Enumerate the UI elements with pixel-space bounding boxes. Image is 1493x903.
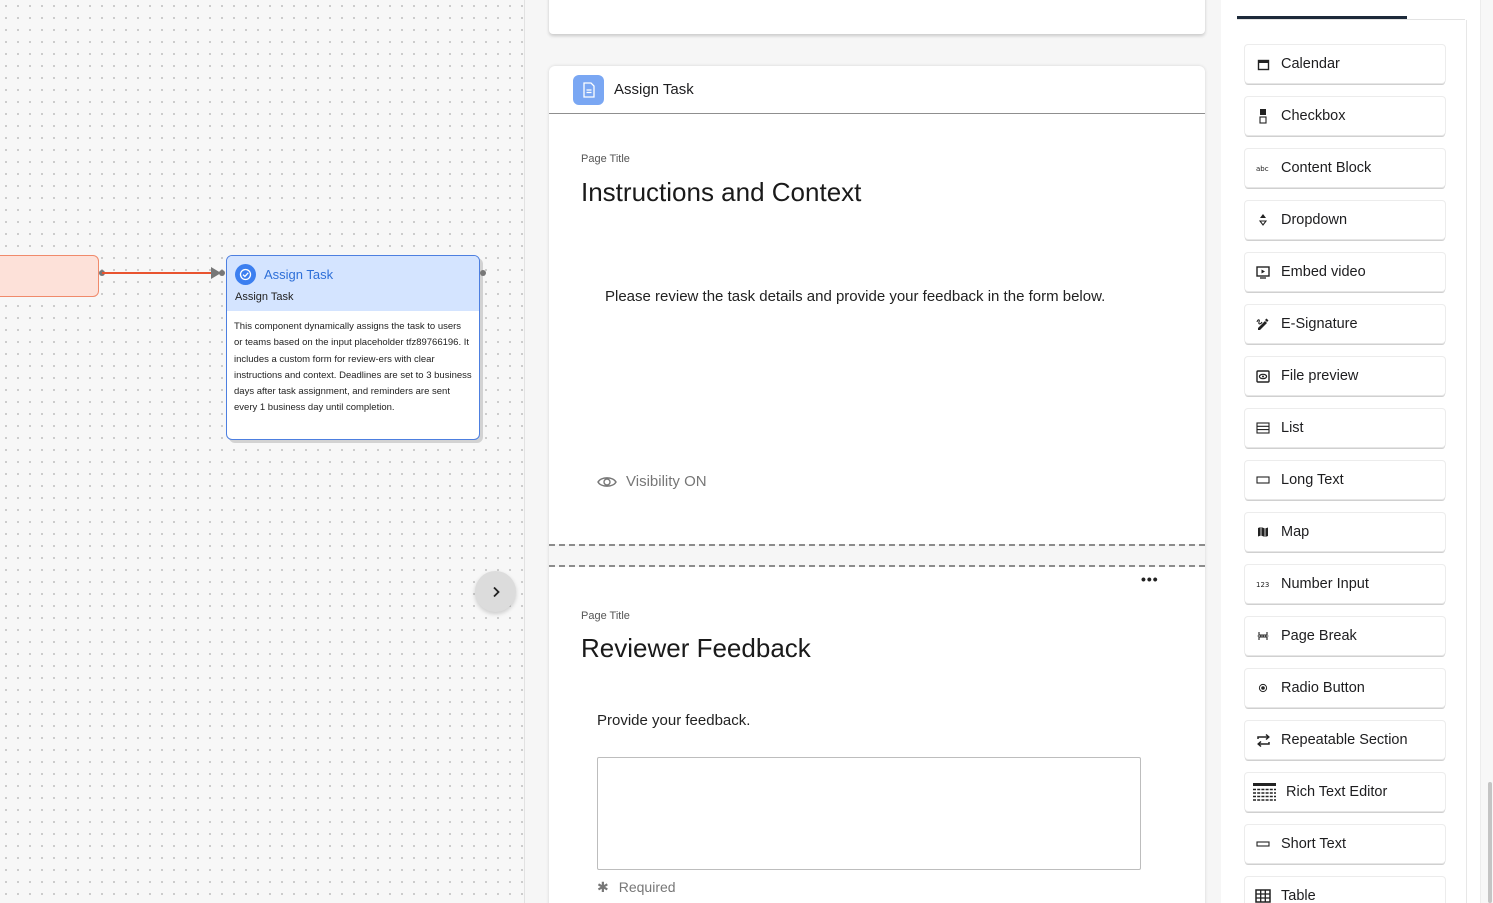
node-title: Assign Task [264,267,334,282]
radio-button-icon [1255,680,1271,696]
task-check-icon [235,264,256,285]
page-title[interactable]: Reviewer Feedback [581,633,811,664]
palette-item-dropdown[interactable]: Dropdown [1245,201,1445,239]
page-title-label: Page Title [581,610,630,622]
palette-item-calendar[interactable]: Calendar [1245,45,1445,83]
embed-video-icon [1255,264,1271,280]
node-subtitle: Assign Task [235,291,294,303]
repeat-icon [1255,732,1271,748]
visibility-toggle[interactable]: Visibility ON [597,473,707,490]
palette-item-content-block[interactable]: abc Content Block [1245,149,1445,187]
palette-item-page-break[interactable]: Page Break [1245,617,1445,655]
palette-item-embed-video[interactable]: Embed video [1245,253,1445,291]
required-label: Required [618,879,676,895]
palette-item-long-text[interactable]: Long Text [1245,461,1445,499]
form-card-header: Assign Task [549,66,1205,114]
form-card-title: Assign Task [614,81,694,98]
required-asterisk-icon: ✱ [597,879,609,895]
long-text-icon [1255,472,1271,488]
signature-icon [1255,316,1271,332]
assign-task-node[interactable]: Assign Task Assign Task This component d… [226,255,480,440]
palette-item-file-preview[interactable]: File preview [1245,357,1445,395]
workflow-canvas[interactable]: Assign Task Assign Task This component d… [0,0,525,903]
palette-item-repeatable-section[interactable]: Repeatable Section [1245,721,1445,759]
number-input-icon: 123 [1255,576,1271,592]
connection-edge[interactable] [102,272,212,274]
dropdown-icon [1255,212,1271,228]
eye-icon [597,476,617,487]
collapse-panel-button[interactable] [475,571,516,612]
table-icon [1255,888,1271,903]
question-label[interactable]: Provide your feedback. [597,712,750,729]
palette-item-short-text[interactable]: Short Text [1245,825,1445,863]
palette-scrollbar[interactable] [1481,0,1493,903]
palette-item-radio-button[interactable]: Radio Button [1245,669,1445,707]
palette-item-checkbox[interactable]: Checkbox [1245,97,1445,135]
palette-divider [1466,20,1467,903]
chevron-right-icon [492,586,500,597]
rich-text-icon [1253,782,1276,802]
checkbox-icon [1255,108,1271,124]
node-header: Assign Task Assign Task [227,256,479,311]
node-output-handle[interactable] [480,270,486,276]
svg-text:abc: abc [1256,165,1269,172]
form-editor: Assign Task Page Title Instructions and … [525,0,1221,903]
palette-item-list[interactable]: List [1245,409,1445,447]
component-palette: Calendar Checkbox abc Content Block Drop… [1221,0,1481,903]
node-description: This component dynamically assigns the t… [234,321,472,414]
page-break-icon [1255,628,1271,644]
more-options-button[interactable]: ••• [1141,571,1159,587]
content-block-icon: abc [1255,160,1271,176]
palette-item-rich-text-editor[interactable]: Rich Text Editor [1245,773,1445,811]
short-text-icon [1255,836,1271,852]
calendar-icon [1255,56,1271,72]
map-icon [1255,524,1271,540]
palette-item-map[interactable]: Map [1245,513,1445,551]
svg-text:123: 123 [1256,581,1269,588]
palette-item-number-input[interactable]: 123 Number Input [1245,565,1445,603]
document-icon [573,74,604,105]
previous-node[interactable] [0,255,99,297]
palette-item-e-signature[interactable]: E-Signature [1245,305,1445,343]
scrollbar-thumb[interactable] [1488,782,1492,903]
visibility-label: Visibility ON [626,473,707,490]
previous-form-card [549,0,1205,34]
tab-divider [1237,19,1465,20]
page-title[interactable]: Instructions and Context [581,177,861,208]
content-block-text[interactable]: Please review the task details and provi… [605,288,1105,305]
feedback-textarea[interactable] [597,757,1141,870]
page-break[interactable] [549,544,1205,567]
list-icon [1255,420,1271,436]
form-card: Assign Task Page Title Instructions and … [549,66,1205,903]
node-input-handle[interactable] [219,270,225,276]
active-tab-indicator [1237,16,1407,19]
page-title-label: Page Title [581,153,630,165]
file-preview-icon [1255,368,1271,384]
required-indicator[interactable]: ✱ Required [597,879,676,896]
palette-item-table[interactable]: Table [1245,877,1445,903]
